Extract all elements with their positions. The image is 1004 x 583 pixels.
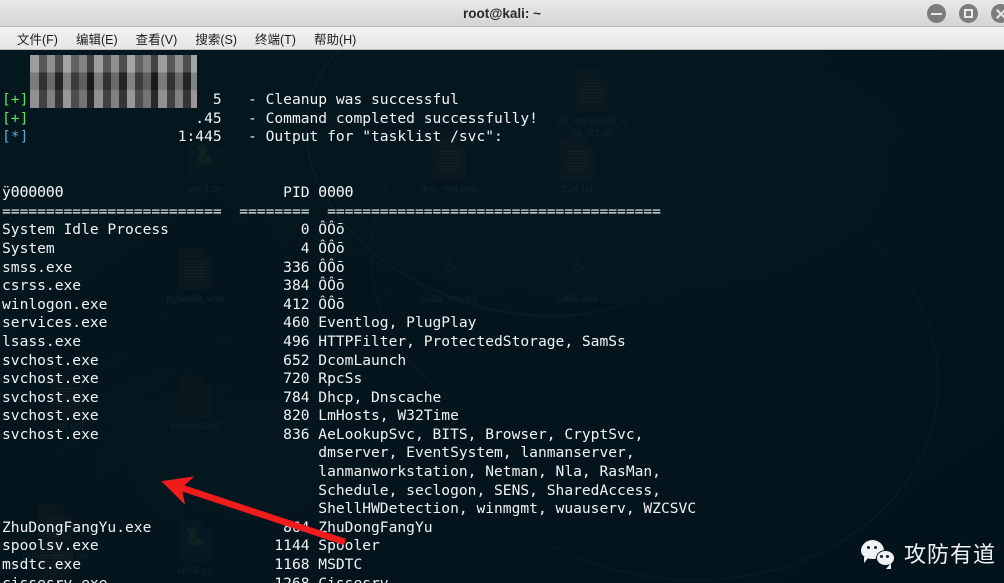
table-row: ZhuDongFangYu.exe 864 ZhuDongFangYu [2,518,433,536]
window-title: root@kali: ~ [462,6,542,21]
table-row: services.exe 460 Eventlog, PlugPlay [2,314,477,332]
minimize-button[interactable] [927,4,946,23]
table-row: msdtc.exe 1168 MSDTC [2,556,363,574]
table-row: smss.exe 336 ÔÔō [2,258,345,276]
terminal-log-line: [*] 1:445 - Output for "tasklist /svc": [2,128,503,146]
table-row: spoolsv.exe 1144 Spooler [2,537,380,555]
wechat-icon [860,540,895,569]
table-row: svchost.exe 836 AeLookupSvc, BITS, Brows… [2,425,644,443]
menu-item-edit[interactable]: 编辑(E) [67,27,127,50]
table-row: System Idle Process 0 ÔÔō [2,221,345,239]
table-row: svchost.exe 784 Dhcp, Dnscache [2,388,442,406]
menu-item-search[interactable]: 搜索(S) [186,27,246,50]
table-header-row: ÿΘΘΘΘΘΘ PID ΘΘΘΘ [2,184,354,202]
redacted-ip-mosaic [30,55,197,108]
table-row: winlogon.exe 412 ÔÔō [2,295,345,313]
menu-item-terminal[interactable]: 终端(T) [246,27,305,50]
table-row: csrss.exe 384 ÔÔō [2,277,345,295]
table-row: lsass.exe 496 HTTPFilter, ProtectedStora… [2,332,626,350]
table-row: cissesrv.exe 1268 Cissesrv [2,575,1004,583]
table-row: svchost.exe 820 LmHosts, W32Time [2,407,459,425]
menubar: 文件(F) 编辑(E) 查看(V) 搜索(S) 终端(T) 帮助(H) [0,27,1004,50]
close-button[interactable] [991,4,1004,23]
table-row: svchost.exe 652 DcomLaunch [2,351,407,369]
menu-item-file[interactable]: 文件(F) [8,27,67,50]
table-row: svchost.exe 720 RpcSs [2,370,363,388]
table-row: System 4 ÔÔō [2,239,345,257]
wechat-watermark: 攻防有道 [860,537,996,569]
terminal-log-line: [+] .45 - Command completed successfully… [2,109,538,127]
menu-item-view[interactable]: 查看(V) [127,27,187,50]
table-separator: ========================= ======== =====… [2,202,661,220]
table-row: lanmanworkstation, Netman, Nla, RasMan, [2,463,661,481]
terminal-output[interactable]: [+] 5 - Cleanup was successful [+] .45 - … [0,50,1004,583]
table-row: dmserver, EventSystem, lanmanserver, [2,444,635,462]
maximize-button[interactable] [959,4,978,23]
table-row: Schedule, seclogon, SENS, SharedAccess, [2,481,661,499]
table-row: ShellHWDetection, winmgmt, wuauserv, WZC… [2,500,697,518]
window-titlebar[interactable]: root@kali: ~ [0,0,1004,27]
menu-item-help[interactable]: 帮助(H) [305,27,365,50]
window-controls [927,4,1004,23]
watermark-text: 攻防有道 [903,542,996,567]
